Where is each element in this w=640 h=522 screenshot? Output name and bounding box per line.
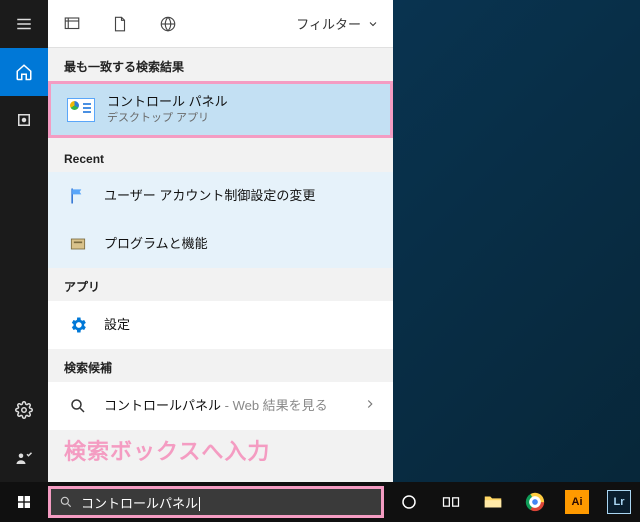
home-rail-item[interactable] <box>0 48 48 96</box>
apps-rail-item[interactable] <box>0 96 48 144</box>
taskbar-search-box[interactable]: コントロールパネル <box>48 486 384 518</box>
recent-item-uac[interactable]: ユーザー アカウント制御設定の変更 <box>48 172 393 220</box>
chevron-right-icon <box>363 397 377 416</box>
taskbar-illustrator[interactable]: Ai <box>556 482 598 522</box>
taskbar-file-explorer[interactable] <box>472 482 514 522</box>
flag-icon <box>64 182 92 210</box>
start-button[interactable] <box>0 482 48 522</box>
app-item-label: 設定 <box>104 317 377 334</box>
taskbar-lightroom[interactable]: Lr <box>598 482 640 522</box>
suggestion-item[interactable]: コントロールパネル - Web 結果を見る <box>48 382 393 430</box>
search-panel: フィルター 最も一致する検索結果 コントロール パネル デスクトップ アプリ R… <box>48 0 393 482</box>
suggestion-label: コントロールパネル - Web 結果を見る <box>104 398 351 415</box>
filter-dropdown[interactable]: フィルター <box>296 14 393 33</box>
recent-item-label: プログラムと機能 <box>104 236 377 253</box>
taskbar-task-view[interactable] <box>430 482 472 522</box>
settings-rail-item[interactable] <box>0 386 48 434</box>
best-match-header: 最も一致する検索結果 <box>48 48 393 81</box>
filter-label: フィルター <box>296 14 361 33</box>
hamburger-menu[interactable] <box>0 0 48 48</box>
start-rail <box>0 0 48 482</box>
recent-item-label: ユーザー アカウント制御設定の変更 <box>104 188 377 205</box>
recent-header: Recent <box>48 142 393 172</box>
best-match-title: コントロール パネル <box>107 94 374 111</box>
taskbar-cortana[interactable] <box>388 482 430 522</box>
control-panel-icon <box>67 96 95 124</box>
settings-icon <box>64 311 92 339</box>
taskbar: コントロールパネル Ai Lr <box>0 482 640 522</box>
best-match-subtitle: デスクトップ アプリ <box>107 111 374 125</box>
panel-filter-bar: フィルター <box>48 0 393 48</box>
web-filter-icon[interactable] <box>144 0 192 48</box>
apps-filter-icon[interactable] <box>48 0 96 48</box>
feedback-rail-item[interactable] <box>0 434 48 482</box>
annotation-text: 検索ボックスへ入力 <box>64 434 270 466</box>
search-icon <box>64 392 92 420</box>
search-input-value: コントロールパネル <box>81 493 373 512</box>
chevron-down-icon <box>367 18 379 30</box>
suggestions-header: 検索候補 <box>48 349 393 382</box>
best-match-result[interactable]: コントロール パネル デスクトップ アプリ <box>48 81 393 138</box>
programs-icon <box>64 230 92 258</box>
recent-item-programs[interactable]: プログラムと機能 <box>48 220 393 268</box>
search-icon <box>59 495 73 509</box>
taskbar-chrome[interactable] <box>514 482 556 522</box>
documents-filter-icon[interactable] <box>96 0 144 48</box>
apps-header: アプリ <box>48 268 393 301</box>
app-item-settings[interactable]: 設定 <box>48 301 393 349</box>
